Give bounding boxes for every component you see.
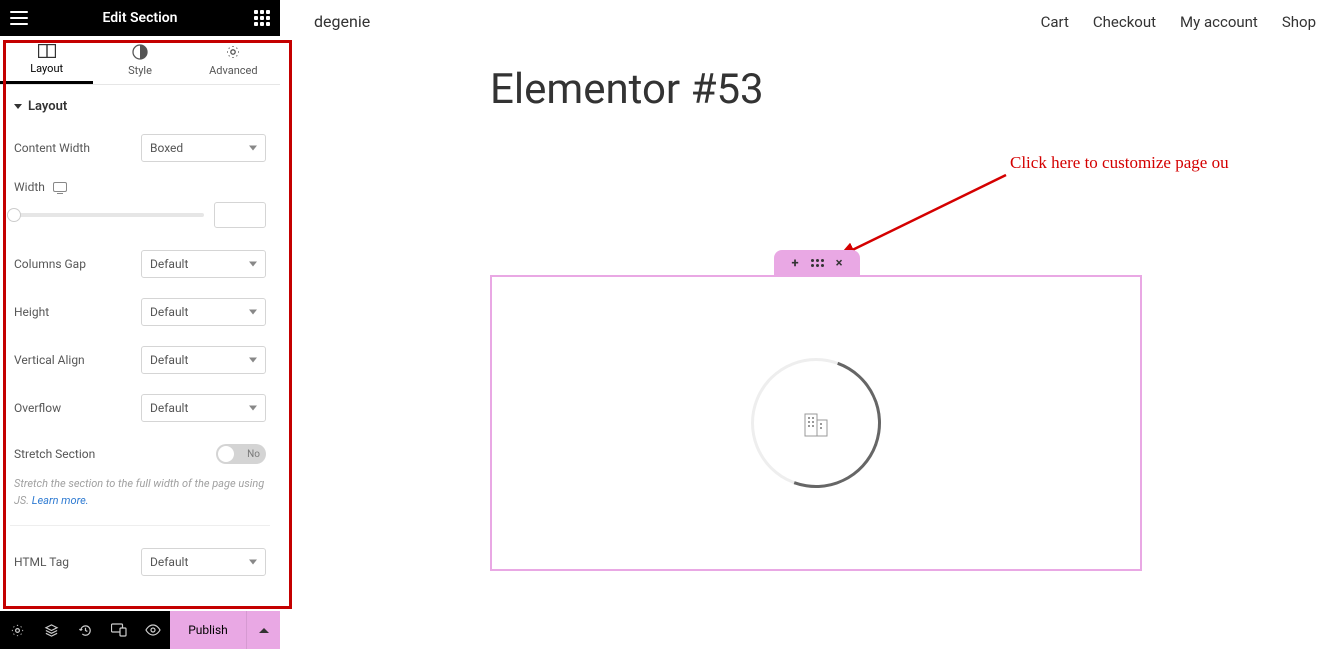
desktop-icon[interactable]	[53, 182, 67, 192]
remove-section-button[interactable]: ×	[836, 256, 843, 271]
control-html-tag: HTML Tag Default	[10, 538, 270, 586]
control-content-width: Content Width Boxed	[10, 124, 270, 172]
site-header: degenie Cart Checkout My account Shop	[280, 0, 1344, 31]
tab-advanced[interactable]: Advanced	[187, 36, 280, 84]
nav-checkout[interactable]: Checkout	[1093, 13, 1156, 31]
control-width-slider	[10, 194, 270, 240]
style-icon	[132, 44, 148, 60]
panel-tabs: Layout Style Advanced	[0, 36, 280, 85]
loading-widget	[751, 358, 881, 488]
preview-button[interactable]	[136, 611, 170, 649]
caret-down-icon	[14, 104, 22, 109]
panel-footer: Publish	[0, 611, 280, 649]
section-layout-toggle[interactable]: Layout	[10, 85, 270, 124]
apps-grid-icon[interactable]	[254, 10, 270, 26]
site-title: degenie	[314, 12, 370, 31]
tab-style[interactable]: Style	[93, 36, 186, 84]
overflow-select[interactable]: Default	[141, 394, 266, 422]
drag-handle-icon[interactable]	[811, 259, 824, 267]
eye-icon	[145, 624, 161, 636]
control-vertical-align: Vertical Align Default	[10, 336, 270, 384]
responsive-icon	[111, 623, 127, 637]
preview-area: degenie Cart Checkout My account Shop El…	[280, 0, 1344, 649]
annotation-text: Click here to customize page ou	[1010, 153, 1229, 173]
settings-button[interactable]	[0, 611, 34, 649]
control-overflow: Overflow Default	[10, 384, 270, 432]
layers-icon	[44, 623, 59, 638]
gear-icon	[10, 623, 25, 638]
elementor-panel: Edit Section Layout Style Advanced Layou…	[0, 0, 280, 649]
history-button[interactable]	[68, 611, 102, 649]
responsive-button[interactable]	[102, 611, 136, 649]
page-title: Elementor #53	[280, 31, 1344, 132]
nav-cart[interactable]: Cart	[1041, 13, 1069, 31]
control-height: Height Default	[10, 288, 270, 336]
hamburger-icon[interactable]	[10, 11, 28, 25]
control-stretch: Stretch Section No	[10, 432, 270, 476]
section-handle: + ×	[774, 250, 860, 276]
vertical-align-select[interactable]: Default	[141, 346, 266, 374]
navigator-button[interactable]	[34, 611, 68, 649]
divider	[10, 525, 270, 526]
canvas-section[interactable]	[490, 275, 1142, 571]
gear-icon	[225, 44, 241, 60]
control-columns-gap: Columns Gap Default	[10, 240, 270, 288]
panel-body: Layout Content Width Boxed Width Columns…	[0, 85, 280, 611]
publish-options-button[interactable]	[246, 611, 280, 649]
panel-header: Edit Section	[0, 0, 280, 36]
stretch-toggle[interactable]: No	[216, 444, 266, 464]
width-slider[interactable]	[14, 213, 204, 217]
nav-shop[interactable]: Shop	[1282, 13, 1316, 31]
add-section-button[interactable]: +	[792, 256, 799, 271]
history-icon	[78, 623, 93, 638]
stretch-hint: Stretch the section to the full width of…	[10, 476, 270, 513]
layout-icon	[38, 44, 56, 58]
control-width-label: Width	[10, 172, 270, 194]
chevron-up-icon	[259, 628, 269, 633]
nav-account[interactable]: My account	[1180, 13, 1258, 31]
height-select[interactable]: Default	[141, 298, 266, 326]
columns-gap-select[interactable]: Default	[141, 250, 266, 278]
panel-title: Edit Section	[103, 10, 178, 26]
site-nav: Cart Checkout My account Shop	[1041, 13, 1316, 31]
width-input[interactable]	[214, 202, 266, 228]
publish-button[interactable]: Publish	[170, 611, 246, 649]
content-width-select[interactable]: Boxed	[141, 134, 266, 162]
tab-layout[interactable]: Layout	[0, 36, 93, 84]
building-icon	[801, 408, 831, 438]
html-tag-select[interactable]: Default	[141, 548, 266, 576]
learn-more-link[interactable]: Learn more.	[32, 494, 89, 507]
